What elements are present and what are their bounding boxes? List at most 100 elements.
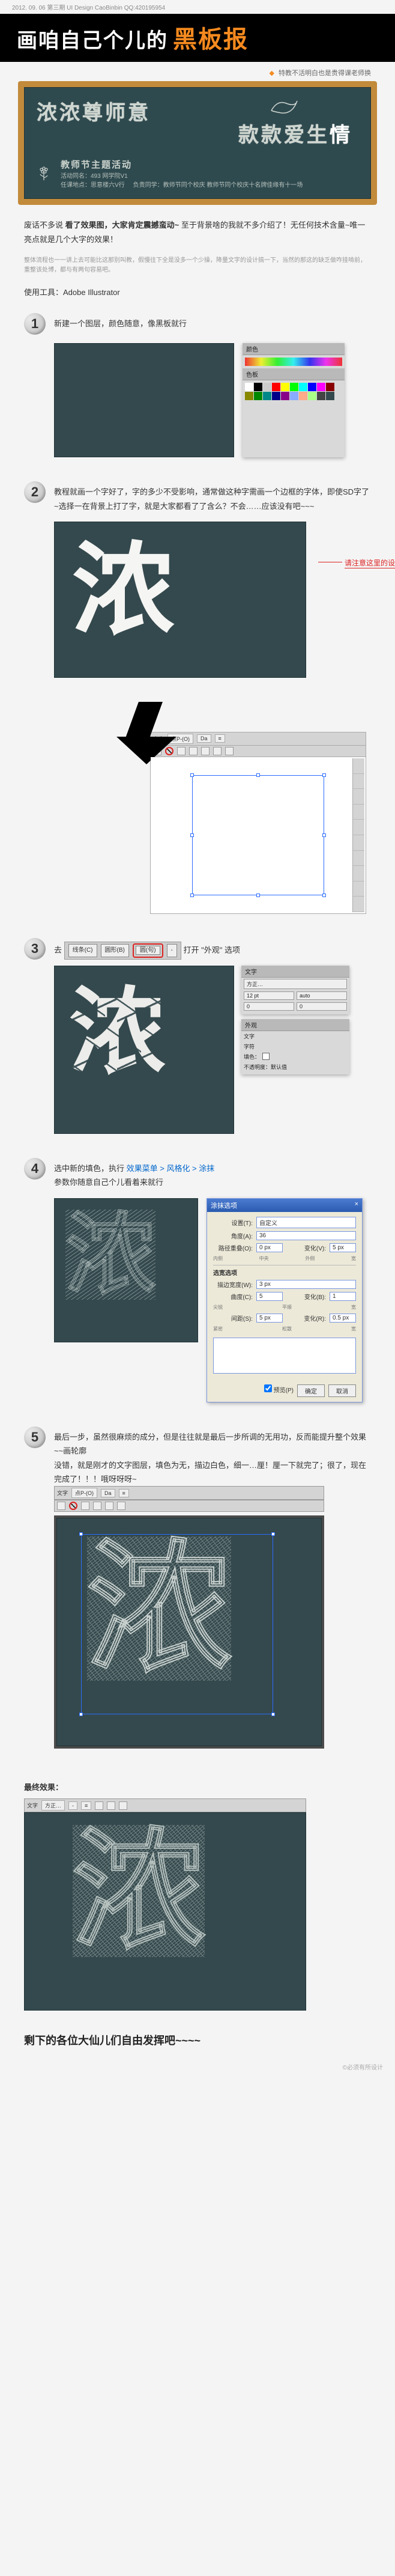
intro-1a: 废话不多说 — [24, 221, 65, 230]
tool-icon[interactable] — [225, 747, 234, 755]
cracked-char: 浓 — [69, 984, 165, 1080]
step-2-screenshot: 浓 请注意这里的设置 文字 点P-(O) Da ≡ — [54, 522, 371, 914]
bar-field-hl[interactable]: 圆(句) — [133, 943, 163, 958]
step-3a: 去 — [54, 945, 64, 954]
artboard-dark — [54, 343, 234, 457]
toolbar-chip[interactable]: 方正… — [41, 1800, 65, 1810]
panel-field[interactable]: 12 pt — [244, 991, 294, 1000]
artboard-wire — [151, 757, 366, 913]
fill-swatch[interactable] — [262, 1053, 270, 1060]
step-3-screenshot: 浓 文字 方正… 12 ptauto 00 外观 文字 字符 填色： 不透明度：… — [54, 966, 371, 1134]
intro-para: 废话不多说 看了效果图，大家肯定震撼蛮动~ 至于背景啥的我就不多介绍了！无任何技… — [0, 205, 395, 254]
stroke-icon[interactable] — [69, 1502, 77, 1510]
flower-icon — [37, 163, 55, 183]
dlg-field[interactable]: 5 px — [256, 1314, 283, 1323]
toolbar-chip[interactable]: ≡ — [215, 734, 225, 743]
dlg-tick: 宽 — [351, 1304, 356, 1311]
toolbar-chip[interactable]: ≡ — [119, 1489, 129, 1497]
dlg-field[interactable]: 自定义 — [256, 1217, 356, 1228]
dlg-field[interactable]: 0 px — [256, 1243, 283, 1252]
panel-field[interactable]: 0 — [297, 1002, 347, 1011]
dlg-label: 曲度(C): — [213, 1292, 253, 1301]
bar-field[interactable]: 线条(C) — [68, 944, 97, 957]
tool-icon[interactable] — [81, 1502, 89, 1510]
dlg-field[interactable]: 36 — [256, 1231, 356, 1240]
tool-icon[interactable] — [119, 1801, 127, 1810]
hero-line2-main: 款款爱生 — [238, 124, 330, 147]
dlg-label: 变化(B): — [286, 1292, 326, 1301]
intro-small: 整体流程也一一讲上去可能比这那别叫教，假慢往下全是没多一个少操，降量文字的设计搞… — [0, 254, 395, 281]
step-5-toolbar: 文字 点P-(O) Da ≡ — [54, 1486, 324, 1512]
panel-row: 文字 — [244, 1032, 255, 1040]
dlg-field[interactable]: 1 — [330, 1292, 356, 1301]
tool-icon[interactable] — [93, 1502, 101, 1510]
dlg-field[interactable]: 5 px — [330, 1243, 356, 1252]
hero-group-name: 教师节主题活动 — [61, 158, 303, 171]
dlg-label: 设置(T): — [213, 1218, 253, 1227]
preview-checkbox[interactable]: 预览(P) — [264, 1384, 294, 1397]
step-5-artboard: 浓 — [54, 1515, 324, 1749]
dialog-title: 涂抹选项 — [211, 1201, 237, 1210]
bar-field[interactable]: - — [167, 944, 177, 957]
step-3b: 打开 "外观" 选项 — [184, 945, 240, 954]
final-label: 最终效果： — [0, 1767, 395, 1798]
panel-field[interactable]: 方正… — [244, 979, 347, 989]
toolbar-chip[interactable]: Da — [197, 734, 211, 743]
dlg-section: 选宽选项 — [213, 1268, 237, 1277]
tool-icon[interactable] — [105, 1502, 113, 1510]
step-1-screenshot: 颜色 色板 — [54, 343, 371, 457]
hero-row2a: 任课地点：思意楼六V行 — [61, 182, 125, 189]
dlg-label: 角度(A): — [213, 1231, 253, 1240]
bar-field-inner: 圆(句) — [136, 946, 160, 955]
selection-box — [192, 775, 324, 895]
dlg-label: 变化(R): — [286, 1314, 326, 1323]
chalkboard-frame: 浓浓尊师意 款款爱生情 教师节主题活动 活动同名：493 网学院V1 任课地点：… — [18, 81, 377, 205]
color-panel: 颜色 色板 — [243, 343, 345, 457]
swatch-grid — [243, 380, 345, 403]
scribble-dialog: 涂抹选项 × 设置(T):自定义 角度(A):36 路径重叠(O):0 px 变… — [207, 1198, 363, 1402]
cancel-button[interactable]: 取消 — [328, 1384, 356, 1397]
toolbar-chip[interactable]: ≡ — [81, 1801, 91, 1810]
panel-title: 颜色 — [243, 343, 345, 355]
preview-box — [213, 1338, 356, 1374]
tool-icon[interactable] — [107, 1801, 115, 1810]
toolbar-chip[interactable]: - — [68, 1801, 77, 1810]
dlg-label: 变化(V): — [286, 1243, 326, 1252]
tool-line: 使用工具：Adobe Illustrator — [0, 281, 395, 307]
panel-field[interactable]: 0 — [244, 1002, 294, 1011]
tool-icon[interactable] — [177, 747, 185, 755]
panel-row: 不透明度：默认值 — [244, 1063, 287, 1071]
dlg-field[interactable]: 3 px — [256, 1280, 356, 1289]
dlg-tick: 宽 — [351, 1326, 356, 1332]
step-1: 1 新建一个图层，颜色随意，像黑板就行 颜色 色板 — [0, 307, 395, 475]
tool-icon[interactable] — [189, 747, 198, 755]
tool-icon[interactable] — [213, 747, 222, 755]
text-panel: 文字 方正… 12 ptauto 00 — [241, 966, 349, 1014]
step-2: 2 教程就画一个字好了，字的多少不受影响，通常做这种字需画一个边框的字体，即使S… — [0, 475, 395, 932]
toolbar-font-label: 文字 — [57, 1489, 68, 1497]
top-meta: 2012. 09. 06 第三期 UI Design CaoBinbin QQ:… — [0, 0, 395, 14]
close-icon[interactable]: × — [355, 1201, 358, 1210]
dlg-label: 间距(S): — [213, 1314, 253, 1323]
meta-left: 2012. 09. 06 第三期 UI Design CaoBinbin QQ:… — [12, 2, 165, 11]
dlg-tick: 紧密 — [213, 1326, 223, 1332]
step-5: 5 最后一步，虽然很麻烦的成分，但是往往就是最后一步所调的无用功，反而能提升整个… — [0, 1420, 395, 1767]
step-3: 3 去 线条(C) 圆形(B) 圆(句) - 打开 "外观" 选项 浓 文字 方… — [0, 932, 395, 1152]
dlg-field[interactable]: 0.5 px — [330, 1314, 356, 1323]
toolbar-chip[interactable]: 点P-(O) — [71, 1488, 97, 1498]
ok-button[interactable]: 确定 — [297, 1384, 325, 1397]
hero-line2: 款款爱生情 — [37, 124, 358, 147]
fill-icon[interactable] — [57, 1502, 65, 1510]
bar-field[interactable]: 圆形(B) — [101, 944, 129, 957]
tool-icon[interactable] — [117, 1502, 125, 1510]
tool-icon[interactable] — [95, 1801, 103, 1810]
tool-icon[interactable] — [201, 747, 210, 755]
panel-title: 文字 — [241, 966, 349, 978]
dlg-field[interactable]: 5 — [256, 1292, 283, 1301]
toolbar-chip[interactable]: Da — [101, 1489, 115, 1497]
sublink-row: ◆ 特教不活明白也是贵得课老师换 — [0, 62, 395, 81]
dlg-label: 描边宽度(W): — [213, 1280, 253, 1289]
panel-field[interactable]: auto — [297, 991, 347, 1000]
dlg-label: 路径重叠(O): — [213, 1243, 253, 1252]
sublink[interactable]: 特教不活明白也是贵得课老师换 — [279, 70, 371, 77]
